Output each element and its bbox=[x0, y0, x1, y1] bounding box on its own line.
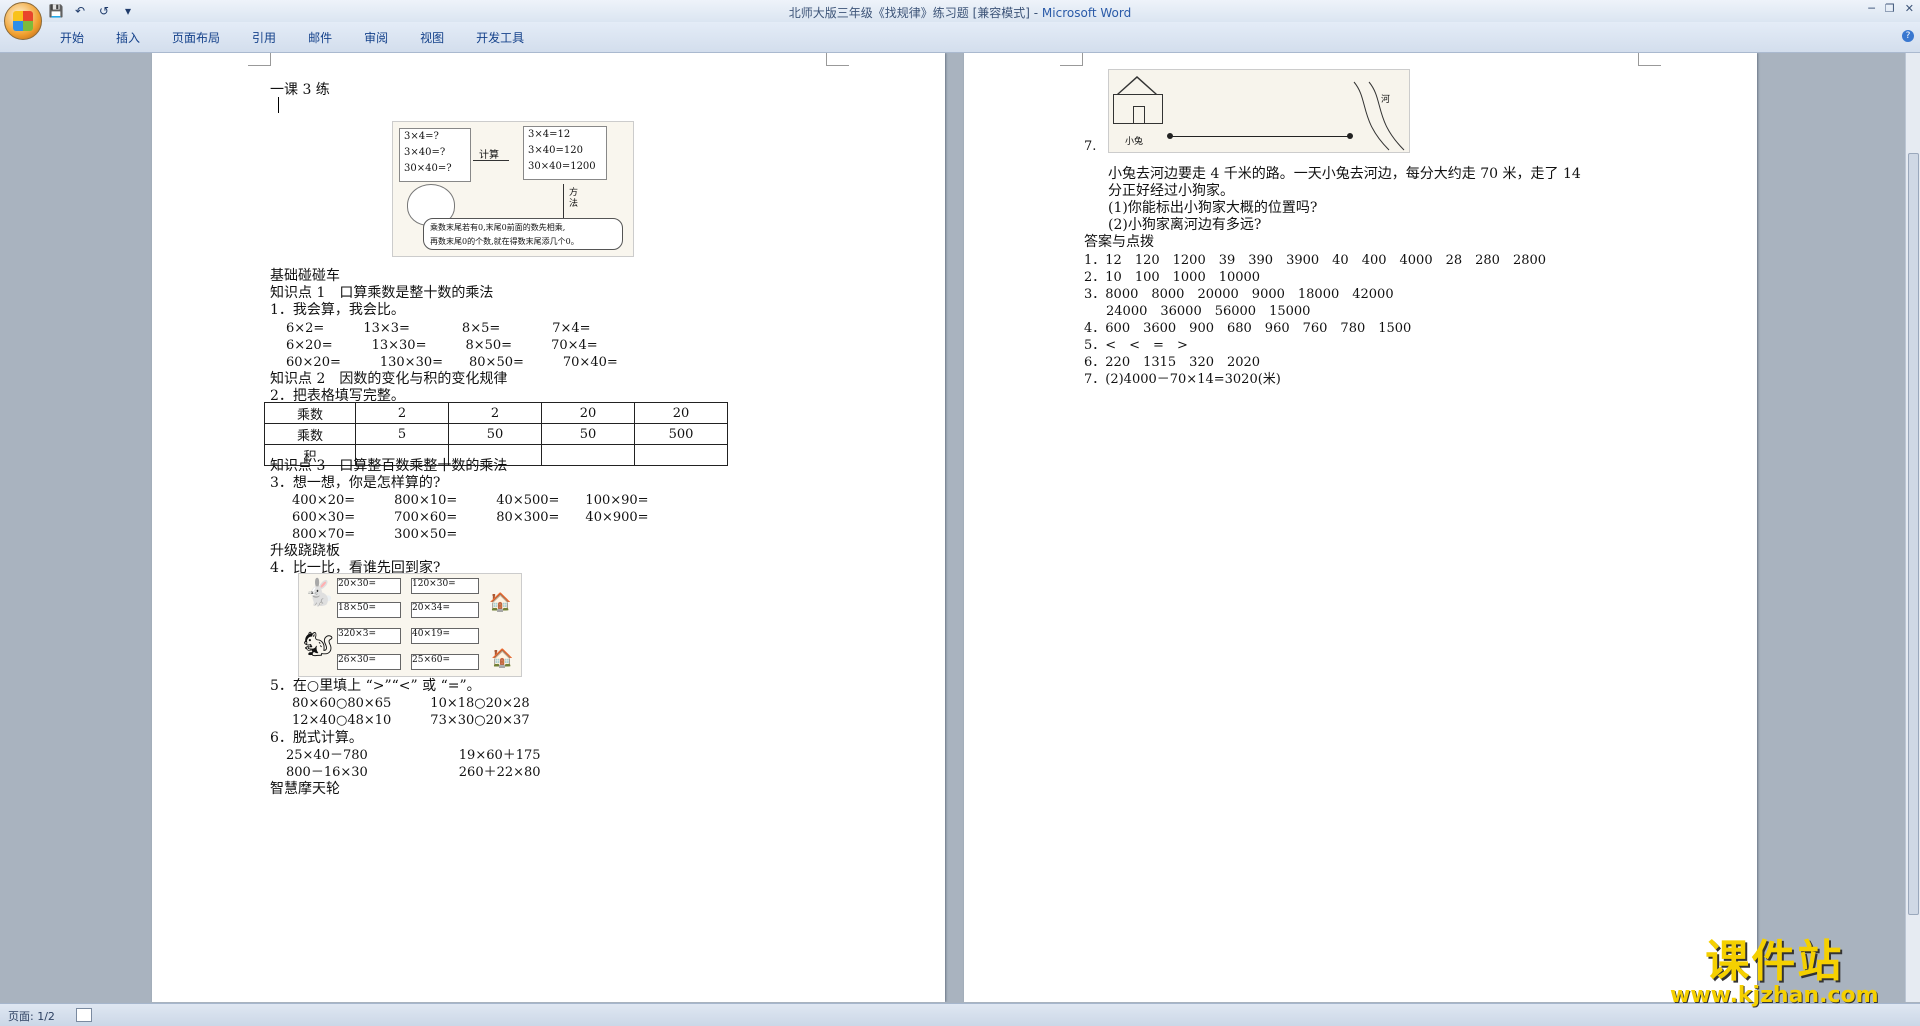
restore-icon[interactable]: ❐ bbox=[1885, 2, 1895, 15]
method-label: 方法 bbox=[569, 188, 579, 209]
tab-review[interactable]: 审阅 bbox=[364, 29, 388, 46]
proofing-icon[interactable] bbox=[76, 1008, 92, 1022]
tab-developer[interactable]: 开发工具 bbox=[476, 29, 524, 46]
equation-box: 40×19= bbox=[411, 628, 479, 644]
equation-box: 20×34= bbox=[411, 602, 479, 618]
tab-references[interactable]: 引用 bbox=[252, 29, 276, 46]
exercise-row: 12×40○48×10 73×30○20×37 bbox=[292, 713, 530, 728]
lesson-title: 一课 3 练 bbox=[270, 82, 330, 98]
river-label: 河 bbox=[1381, 95, 1391, 105]
rule-line: 乘数末尾若有0,末尾0前面的数先相乘, bbox=[430, 223, 566, 232]
table-cell[interactable]: 20 bbox=[634, 402, 728, 424]
crop-mark bbox=[248, 53, 271, 66]
table-cell[interactable] bbox=[541, 444, 635, 466]
equation-box: 26×30= bbox=[337, 654, 401, 670]
tab-page-layout[interactable]: 页面布局 bbox=[172, 29, 220, 46]
app-name: Microsoft Word bbox=[1041, 6, 1132, 20]
answer-line: 30×40=1200 bbox=[528, 161, 596, 172]
minimize-icon[interactable]: ─ bbox=[1868, 2, 1875, 15]
question-scroll: 3×4=? 3×40=? 30×40=? bbox=[399, 128, 471, 182]
answer-heading: 答案与点拨 bbox=[1084, 234, 1154, 250]
table-cell[interactable] bbox=[634, 444, 728, 466]
section-heading: 智慧摩天轮 bbox=[270, 781, 340, 797]
document-page-1[interactable]: 一课 3 练 3×4=? 3×40=? 30×40=? 计算 3×4=12 3×… bbox=[152, 53, 945, 1002]
document-page-2[interactable]: 小兔 河 7. 小兔去河边要走 4 千米的路。一天小兔去河边，每分大约走 70 … bbox=[964, 53, 1757, 1002]
crop-mark bbox=[826, 53, 849, 66]
squirrel-icon: 🐿 bbox=[303, 630, 334, 658]
house-icon: 🏠 bbox=[489, 592, 512, 613]
equation-box: 20×30= bbox=[337, 578, 401, 594]
race-home-figure: 🐇 🐿 🏠 🏠 20×30= 120×30= 18×50= 20×34= 320… bbox=[298, 573, 522, 677]
table-cell[interactable]: 2 bbox=[448, 402, 542, 424]
table-cell[interactable]: 20 bbox=[541, 402, 635, 424]
answer-line: 3×40=120 bbox=[528, 145, 583, 156]
page-count[interactable]: 页面: 1/2 bbox=[8, 1008, 55, 1024]
table-cell[interactable]: 5 bbox=[355, 423, 449, 445]
down-arrow bbox=[563, 184, 564, 218]
route-line bbox=[1171, 136, 1351, 137]
rabbit-label: 小兔 bbox=[1125, 137, 1144, 147]
crop-mark bbox=[1060, 53, 1083, 66]
rabbit-icon: 🐇 bbox=[303, 578, 336, 608]
table-cell[interactable]: 500 bbox=[634, 423, 728, 445]
title-bar: 💾 ↶ ↺ ▾ 北师大版三年级《找规律》练习题 [兼容模式] - Microso… bbox=[0, 0, 1920, 23]
text-cursor bbox=[278, 97, 279, 113]
office-button[interactable] bbox=[4, 2, 42, 40]
question-line: 3×40=? bbox=[404, 147, 446, 158]
question-line: 30×40=? bbox=[404, 163, 452, 174]
site-watermark: 课件站 www.kjzhan.com bbox=[1670, 925, 1879, 1008]
calculation-method-figure: 3×4=? 3×40=? 30×40=? 计算 3×4=12 3×40=120 … bbox=[392, 121, 634, 257]
status-bar: 页面: 1/2 bbox=[0, 1003, 1920, 1026]
equation-box: 25×60= bbox=[411, 654, 479, 670]
vertical-scrollbar[interactable] bbox=[1905, 53, 1920, 1002]
equation-box: 18×50= bbox=[337, 602, 401, 618]
equation-box: 120×30= bbox=[411, 578, 479, 594]
rule-line: 再数末尾0的个数,就在得数末尾添几个0。 bbox=[430, 237, 579, 246]
table-cell[interactable]: 乘数 bbox=[264, 423, 356, 445]
equation-box: 320×3= bbox=[337, 628, 401, 644]
table-row: 乘数 5 50 50 500 bbox=[264, 423, 728, 445]
tab-mailings[interactable]: 邮件 bbox=[308, 29, 332, 46]
document-canvas: 一课 3 练 3×4=? 3×40=? 30×40=? 计算 3×4=12 3×… bbox=[0, 53, 1906, 1002]
tab-home[interactable]: 开始 bbox=[60, 29, 84, 46]
rabbit-to-river-figure: 小兔 河 bbox=[1108, 69, 1410, 153]
calc-arrow-label: 计算 bbox=[479, 150, 499, 161]
ribbon: 开始 插入 页面布局 引用 邮件 审阅 视图 开发工具 ? bbox=[0, 22, 1920, 53]
house-icon: 🏠 bbox=[491, 648, 514, 669]
table-cell[interactable]: 2 bbox=[355, 402, 449, 424]
ribbon-tabs: 开始 插入 页面布局 引用 邮件 审阅 视图 开发工具 bbox=[60, 29, 524, 46]
table-cell[interactable]: 50 bbox=[448, 423, 542, 445]
answer-scroll: 3×4=12 3×40=120 30×40=1200 bbox=[523, 126, 607, 180]
question-number: 7. bbox=[1084, 139, 1097, 154]
scrollbar-thumb[interactable] bbox=[1908, 153, 1919, 915]
question-text: 1．我会算，我会比。 bbox=[270, 302, 405, 318]
watermark-url: www.kjzhan.com bbox=[1670, 983, 1879, 1008]
river-drawing bbox=[1353, 81, 1405, 151]
answer-line: 3×4=12 bbox=[528, 129, 571, 140]
route-start-dot bbox=[1167, 133, 1173, 139]
table-cell[interactable]: 乘数 bbox=[264, 402, 356, 424]
tab-insert[interactable]: 插入 bbox=[116, 29, 140, 46]
watermark-title: 课件站 bbox=[1705, 936, 1844, 987]
rule-speech-bubble: 乘数末尾若有0,末尾0前面的数先相乘, 再数末尾0的个数,就在得数末尾添几个0。 bbox=[423, 218, 623, 250]
question-line: 3×4=? bbox=[404, 131, 439, 142]
tab-view[interactable]: 视图 bbox=[420, 29, 444, 46]
answer-line: 7．(2)4000－70×14=3020(米) bbox=[1084, 372, 1281, 387]
table-row: 乘数 2 2 20 20 bbox=[264, 402, 728, 424]
close-icon[interactable]: ✕ bbox=[1905, 2, 1914, 15]
window-controls: ─ ❐ ✕ bbox=[1868, 2, 1914, 15]
help-icon[interactable]: ? bbox=[1902, 30, 1914, 42]
window-title: 北师大版三年级《找规律》练习题 [兼容模式] - Microsoft Word bbox=[0, 4, 1920, 21]
table-cell[interactable]: 50 bbox=[541, 423, 635, 445]
crop-mark bbox=[1638, 53, 1661, 66]
right-arrow bbox=[473, 160, 509, 161]
office-logo-icon bbox=[13, 11, 33, 31]
document-title: 北师大版三年级《找规律》练习题 [兼容模式] - bbox=[788, 6, 1042, 20]
house-drawing bbox=[1113, 76, 1165, 124]
